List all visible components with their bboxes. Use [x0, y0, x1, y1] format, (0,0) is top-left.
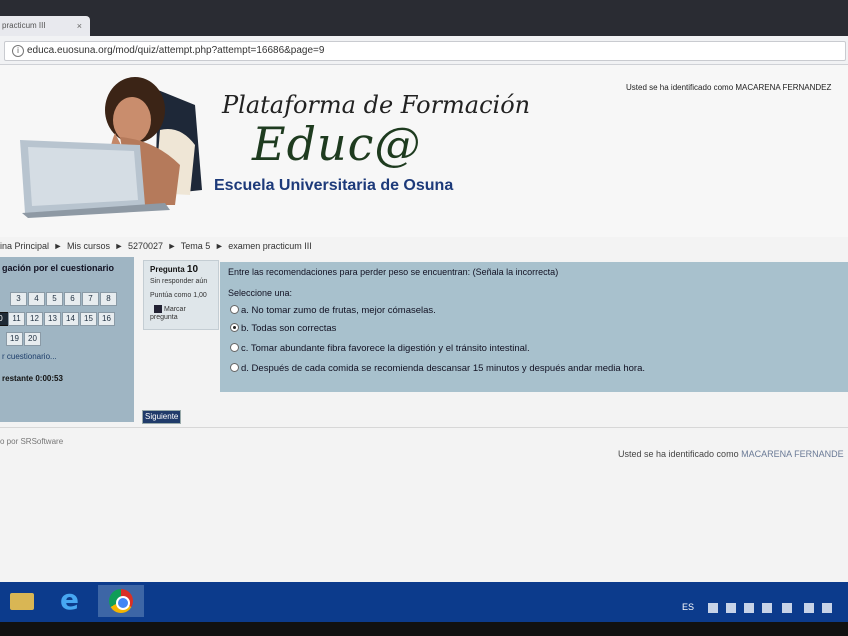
- language-indicator[interactable]: ES: [682, 602, 694, 612]
- question-state: Sin responder aún: [150, 278, 208, 285]
- question-score: Puntúa como 1,00: [150, 292, 207, 299]
- question-number-value: 10: [186, 264, 199, 275]
- breadcrumb-course[interactable]: 5270027: [128, 241, 163, 251]
- logo-school-name: Escuela Universitaria de Osuna: [214, 177, 454, 194]
- browser-tab-strip: practicum III ×: [0, 0, 848, 36]
- url-text: educa.euosuna.org/mod/quiz/attempt.php?a…: [27, 45, 325, 56]
- question-nav-button[interactable]: 14: [62, 312, 79, 326]
- question-label: Pregunta: [150, 265, 185, 274]
- radio-button[interactable]: [230, 304, 239, 314]
- time-remaining: restante 0:00:53: [2, 374, 63, 383]
- radio-button[interactable]: [230, 362, 239, 372]
- bluetooth-icon[interactable]: [804, 603, 814, 613]
- question-nav-button[interactable]: 13: [44, 312, 61, 326]
- next-page-button[interactable]: Siguiente: [142, 410, 182, 424]
- finish-attempt-link[interactable]: r cuestionario...: [2, 352, 57, 361]
- question-nav-button[interactable]: 3: [10, 292, 27, 306]
- footer-login-info: Usted se ha identificado como MACARENA F…: [618, 449, 844, 459]
- select-one-prompt: Seleccione una:: [228, 288, 293, 298]
- powered-by-text: o por SRSoftware: [0, 437, 64, 446]
- header-login-info: Usted se ha identificado como MACARENA F…: [626, 83, 832, 92]
- question-info-box: Pregunta 10 Sin responder aún Puntúa com…: [143, 260, 219, 330]
- notification-icon[interactable]: [822, 603, 832, 613]
- tray-icon[interactable]: [762, 603, 772, 613]
- answer-option-c[interactable]: c. Tomar abundante fibra favorece la dig…: [230, 342, 530, 355]
- radio-button-checked[interactable]: [230, 322, 239, 332]
- breadcrumb-quiz[interactable]: examen practicum III: [228, 241, 312, 251]
- question-nav-button[interactable]: 5: [46, 292, 63, 306]
- info-icon[interactable]: i: [12, 45, 24, 57]
- question-text: Entre las recomendaciones para perder pe…: [228, 267, 559, 277]
- question-nav-button[interactable]: 6: [64, 292, 81, 306]
- tab-close-icon[interactable]: ×: [77, 16, 82, 36]
- breadcrumb-separator-icon: ►: [167, 241, 177, 251]
- breadcrumb-home[interactable]: ina Principal: [0, 241, 49, 251]
- question-nav-button[interactable]: 8: [100, 292, 117, 306]
- tray-icon[interactable]: [708, 603, 718, 613]
- site-header: Plataforma de Formación Educ@ Escuela Un…: [0, 65, 848, 237]
- answer-label[interactable]: a. No tomar zumo de frutas, mejor cómase…: [241, 305, 436, 316]
- quiz-navigation-block: gación por el cuestionario 3 4 5 6 7 8 0…: [0, 257, 134, 422]
- tab-title: practicum III: [2, 21, 46, 30]
- question-content: Entre las recomendaciones para perder pe…: [220, 262, 848, 392]
- question-nav-button[interactable]: 16: [98, 312, 115, 326]
- tray-icon[interactable]: [744, 603, 754, 613]
- browser-tab[interactable]: practicum III ×: [0, 16, 90, 36]
- windows-taskbar: ES: [0, 582, 848, 622]
- question-nav-button[interactable]: 11: [8, 312, 25, 326]
- logo-platform-text: Plataforma de Formación: [222, 91, 531, 119]
- breadcrumb-my-courses[interactable]: Mis cursos: [67, 241, 110, 251]
- footer-divider: [0, 427, 848, 428]
- question-nav-button[interactable]: 15: [80, 312, 97, 326]
- breadcrumb: ina Principal ► Mis cursos ► 5270027 ► T…: [0, 241, 848, 255]
- flag-tray-icon[interactable]: [782, 603, 792, 613]
- question-nav-button[interactable]: 20: [24, 332, 41, 346]
- answer-option-b[interactable]: b. Todas son correctas: [230, 322, 336, 335]
- tray-icon[interactable]: [726, 603, 736, 613]
- logo-educa-text: Educ@: [252, 117, 422, 171]
- answer-label[interactable]: d. Después de cada comida se recomienda …: [241, 363, 645, 374]
- chrome-icon[interactable]: [98, 585, 144, 617]
- question-number: Pregunta 10: [150, 264, 198, 275]
- screen-bezel: [0, 622, 848, 636]
- question-nav-button[interactable]: 19: [6, 332, 23, 346]
- question-nav-button[interactable]: 7: [82, 292, 99, 306]
- breadcrumb-separator-icon: ►: [114, 241, 124, 251]
- radio-button[interactable]: [230, 342, 239, 352]
- web-page: Plataforma de Formación Educ@ Escuela Un…: [0, 65, 848, 582]
- answer-option-d[interactable]: d. Después de cada comida se recomienda …: [230, 362, 645, 375]
- answer-label[interactable]: c. Tomar abundante fibra favorece la dig…: [241, 343, 530, 354]
- footer-login-prefix: Usted se ha identificado como: [618, 449, 739, 459]
- answer-option-a[interactable]: a. No tomar zumo de frutas, mejor cómase…: [230, 304, 436, 317]
- internet-explorer-icon[interactable]: [50, 583, 90, 617]
- student-laptop-image: [20, 77, 202, 218]
- question-nav-button[interactable]: 12: [26, 312, 43, 326]
- flag-question-link[interactable]: Marcar pregunta: [150, 306, 210, 322]
- breadcrumb-separator-icon: ►: [53, 241, 63, 251]
- footer-user-link[interactable]: MACARENA FERNANDE: [741, 449, 844, 459]
- breadcrumb-topic[interactable]: Tema 5: [181, 241, 211, 251]
- address-bar: i educa.euosuna.org/mod/quiz/attempt.php…: [0, 36, 848, 65]
- url-field[interactable]: i educa.euosuna.org/mod/quiz/attempt.php…: [4, 41, 846, 61]
- breadcrumb-separator-icon: ►: [214, 241, 224, 251]
- question-nav-button[interactable]: 4: [28, 292, 45, 306]
- answer-label[interactable]: b. Todas son correctas: [241, 323, 336, 334]
- quiz-navigation-title: gación por el cuestionario: [2, 263, 115, 273]
- file-explorer-icon[interactable]: [2, 585, 42, 617]
